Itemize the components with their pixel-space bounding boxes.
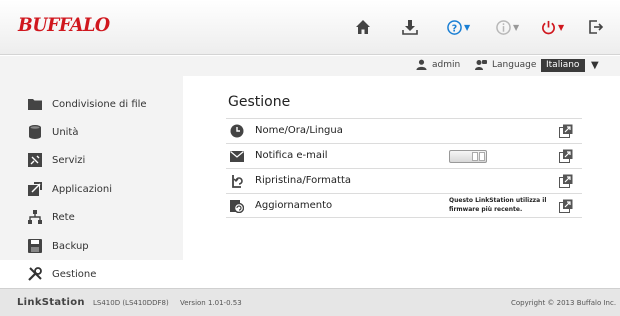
sidebar-item-label: Rete: [52, 211, 75, 223]
restore-icon: [230, 174, 244, 188]
chevron-down-icon: ▼: [558, 22, 565, 32]
open-settings-icon[interactable]: [559, 124, 573, 138]
open-settings-icon[interactable]: [559, 174, 573, 188]
sidebar-item-file-sharing[interactable]: Condivisione di file: [0, 90, 183, 118]
logout-icon: [589, 20, 604, 34]
settings-row-restore-format[interactable]: Ripristina/Formatta: [226, 168, 582, 193]
power-icon: [542, 20, 555, 34]
current-user: admin: [416, 59, 460, 70]
network-icon: [27, 209, 43, 225]
user-bar: admin Language Italiano ▼: [0, 56, 620, 76]
username: admin: [432, 59, 461, 70]
settings-row-update[interactable]: Aggiornamento Questo LinkStation utilizz…: [226, 193, 582, 218]
copyright: Copyright © 2013 Buffalo Inc.: [511, 299, 617, 307]
sidebar-item-management[interactable]: Gestione: [0, 260, 183, 288]
user-icon: [416, 59, 427, 70]
download-button[interactable]: [402, 15, 418, 39]
sidebar-item-label: Servizi: [52, 154, 86, 166]
management-icon: [27, 266, 43, 282]
svg-text:?: ?: [452, 23, 457, 34]
sidebar-item-label: Unità: [52, 126, 79, 138]
language-section: Language: [475, 59, 536, 71]
page-title: Gestione: [228, 94, 291, 110]
info-icon: [496, 19, 511, 35]
chevron-down-icon: ▼: [464, 22, 471, 32]
home-icon: [356, 20, 370, 34]
help-button[interactable]: ? ▼: [447, 15, 470, 39]
update-icon: [230, 199, 244, 213]
device-model: LS410D (LS410DDF8): [93, 299, 169, 307]
services-icon: [27, 152, 43, 168]
language-icon: [475, 60, 487, 70]
header: BUFFALO ? ▼ ▼ ▼: [0, 0, 620, 55]
folder-icon: [27, 96, 43, 112]
row-label: Aggiornamento: [255, 200, 333, 211]
language-select[interactable]: Italiano: [541, 59, 585, 72]
sidebar-item-label: Backup: [52, 240, 89, 252]
row-label: Notifica e-mail: [255, 150, 328, 161]
row-label: Ripristina/Formatta: [255, 175, 351, 186]
settings-row-name-time-language[interactable]: Nome/Ora/Lingua: [226, 118, 582, 143]
logout-button[interactable]: [588, 15, 604, 39]
buffalo-logo: BUFFALO: [18, 14, 110, 36]
email-notification-toggle[interactable]: [449, 150, 487, 163]
language-label: Language: [492, 60, 537, 70]
mail-icon: [230, 149, 244, 163]
sidebar-item-applications[interactable]: Applicazioni: [0, 175, 183, 203]
backup-icon: [27, 238, 43, 254]
sidebar-item-network[interactable]: Rete: [0, 203, 183, 231]
sidebar-item-label: Condivisione di file: [52, 98, 147, 110]
drive-icon: [27, 124, 43, 140]
toggle-knob: [479, 152, 485, 161]
clock-icon: [230, 124, 244, 138]
chevron-down-icon: ▼: [513, 22, 520, 32]
footer: LinkStation LS410D (LS410DDF8) Version 1…: [0, 288, 620, 316]
firmware-version: Version 1.01-0.53: [180, 299, 242, 307]
sidebar-item-label: Applicazioni: [52, 183, 112, 195]
chevron-down-icon[interactable]: ▼: [591, 60, 599, 71]
open-settings-icon[interactable]: [559, 199, 573, 213]
sidebar-item-label: Gestione: [52, 268, 97, 280]
settings-row-email-notification[interactable]: Notifica e-mail: [226, 143, 582, 168]
sidebar-item-drives[interactable]: Unità: [0, 118, 183, 146]
sidebar-item-services[interactable]: Servizi: [0, 146, 183, 174]
download-icon: [402, 20, 418, 35]
applications-icon: [27, 181, 43, 197]
sidebar: Condivisione di file Unità Servizi Appli…: [0, 76, 183, 288]
open-settings-icon[interactable]: [559, 149, 573, 163]
sidebar-item-backup[interactable]: Backup: [0, 232, 183, 260]
footer-brand: LinkStation: [17, 297, 85, 308]
info-button[interactable]: ▼: [496, 15, 519, 39]
toggle-knob: [472, 152, 478, 161]
home-button[interactable]: [355, 15, 371, 39]
firmware-status-note: Questo LinkStation utilizza il firmware …: [449, 197, 547, 213]
row-label: Nome/Ora/Lingua: [255, 125, 343, 136]
help-icon: ?: [447, 19, 462, 35]
power-button[interactable]: ▼: [541, 15, 564, 39]
